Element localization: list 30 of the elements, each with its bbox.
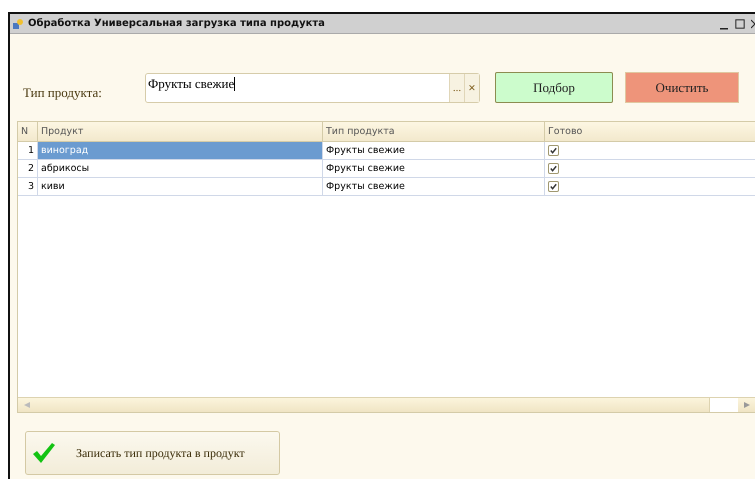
clear-field-button[interactable]: × (464, 74, 479, 102)
column-header[interactable]: Продукт (38, 122, 323, 141)
checkbox[interactable] (548, 181, 559, 192)
row-number: 2 (18, 160, 38, 177)
field-label: Тип продукта: (23, 84, 103, 100)
row-number: 3 (18, 178, 38, 195)
column-header[interactable]: Тип продукта (323, 122, 545, 141)
column-header[interactable]: Готово (545, 122, 755, 141)
select-button[interactable]: ... (449, 74, 464, 102)
write-button[interactable]: Записать тип продукта в продукт (25, 431, 280, 475)
product-type-field[interactable]: Фрукты свежие ... × (145, 72, 480, 102)
pick-button[interactable]: Подбор (495, 72, 613, 103)
column-header[interactable]: N (18, 122, 38, 141)
scroll-thumb[interactable] (709, 398, 738, 412)
window-icon (12, 18, 24, 30)
table-cell: киви (38, 178, 323, 195)
close-icon[interactable] (751, 18, 755, 30)
maximize-icon[interactable] (735, 18, 745, 30)
clear-button[interactable]: Очистить (625, 72, 739, 103)
table-cell: Фрукты свежие (323, 178, 545, 195)
horizontal-scrollbar[interactable] (18, 397, 755, 412)
checkbox[interactable] (548, 145, 559, 156)
window-title: Обработка Универсальная загрузка типа продукта (28, 18, 325, 29)
table-cell: Фрукты свежие (323, 160, 545, 177)
table-cell: виноград (38, 142, 323, 159)
table-cell: Фрукты свежие (323, 142, 545, 159)
checkbox[interactable] (548, 163, 559, 174)
checkmark-icon (32, 441, 56, 465)
text-cursor (234, 76, 236, 90)
table-cell: абрикосы (38, 160, 323, 177)
